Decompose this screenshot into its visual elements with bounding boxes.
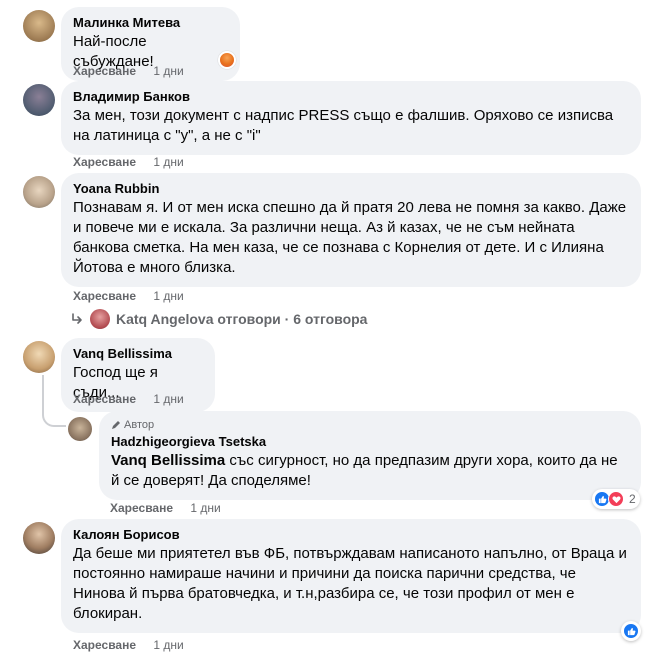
love-reaction-icon <box>608 491 624 507</box>
timestamp[interactable]: 1 дни <box>153 64 183 78</box>
comment-actions: Харесване 1 дни <box>73 63 184 79</box>
author-badge-label: Автор <box>124 419 155 431</box>
timestamp[interactable]: 1 дни <box>190 501 220 515</box>
timestamp[interactable]: 1 дни <box>153 155 183 169</box>
angry-reaction-icon[interactable] <box>218 51 236 69</box>
comment-actions: Харесване 1 дни <box>73 391 184 407</box>
reaction-count: 2 <box>629 492 636 506</box>
view-replies-link[interactable]: Katq Angelova отговори · 6 отговора <box>70 309 367 329</box>
like-button[interactable]: Харесване <box>73 638 136 652</box>
user-avatar-icon[interactable] <box>23 522 55 554</box>
author-badge: Автор <box>111 418 629 432</box>
reply-actions: Харесване 1 дни <box>110 500 221 516</box>
comment-bubble: Yoana Rubbin Познавам я. И от мен иска с… <box>61 173 641 287</box>
reply-author[interactable]: Hadzhigeorgieva Tsetska <box>111 434 629 450</box>
timestamp[interactable]: 1 дни <box>153 289 183 303</box>
mention-link[interactable]: Vanq Bellissima <box>111 452 225 469</box>
comment-text: Да беше ми приятетел във ФБ, потвърждава… <box>73 545 627 622</box>
user-avatar-icon[interactable] <box>23 341 55 373</box>
comment-actions: Харесване 1 дни <box>73 154 184 170</box>
comment-author[interactable]: Vanq Bellissima <box>73 346 203 362</box>
comment-author[interactable]: Малинка Митева <box>73 15 228 31</box>
like-button[interactable]: Харесване <box>73 64 136 78</box>
reply-bubble: Автор Hadzhigeorgieva Tsetska Vanq Belli… <box>99 411 641 500</box>
reply-text: Vanq Bellissima със сигурност, но да пре… <box>111 451 629 491</box>
reply-arrow-icon <box>72 313 82 324</box>
comment-author[interactable]: Yoana Rubbin <box>73 181 629 197</box>
timestamp[interactable]: 1 дни <box>153 638 183 652</box>
like-button[interactable]: Харесване <box>73 392 136 406</box>
user-avatar-icon[interactable] <box>68 417 92 441</box>
like-button[interactable]: Харесване <box>110 501 173 515</box>
pen-icon <box>112 421 120 429</box>
timestamp[interactable]: 1 дни <box>153 392 183 406</box>
reaction-summary[interactable]: 2 <box>592 489 640 509</box>
comment-author[interactable]: Владимир Банков <box>73 89 629 105</box>
comment-text: Познавам я. И от мен иска спешно да й пр… <box>73 199 627 276</box>
thread-connector <box>42 375 66 427</box>
comment-bubble: Владимир Банков За мен, този документ с … <box>61 81 641 155</box>
comment-actions: Харесване 1 дни <box>73 288 184 304</box>
user-avatar-icon[interactable] <box>23 176 55 208</box>
comment-bubble: Калоян Борисов Да беше ми приятетел във … <box>61 519 641 633</box>
like-button[interactable]: Харесване <box>73 289 136 303</box>
like-reaction-icon <box>623 623 639 639</box>
comment-text: За мен, този документ с надпис PRESS същ… <box>73 107 614 144</box>
comment-actions: Харесване 1 дни <box>73 637 184 653</box>
reaction-summary[interactable] <box>621 621 641 641</box>
replier-avatar-icon <box>90 309 110 329</box>
user-avatar-icon[interactable] <box>23 84 55 116</box>
user-avatar-icon[interactable] <box>23 10 55 42</box>
comment-author[interactable]: Калоян Борисов <box>73 527 629 543</box>
like-button[interactable]: Харесване <box>73 155 136 169</box>
view-replies-label: Katq Angelova отговори · 6 отговора <box>116 311 368 327</box>
